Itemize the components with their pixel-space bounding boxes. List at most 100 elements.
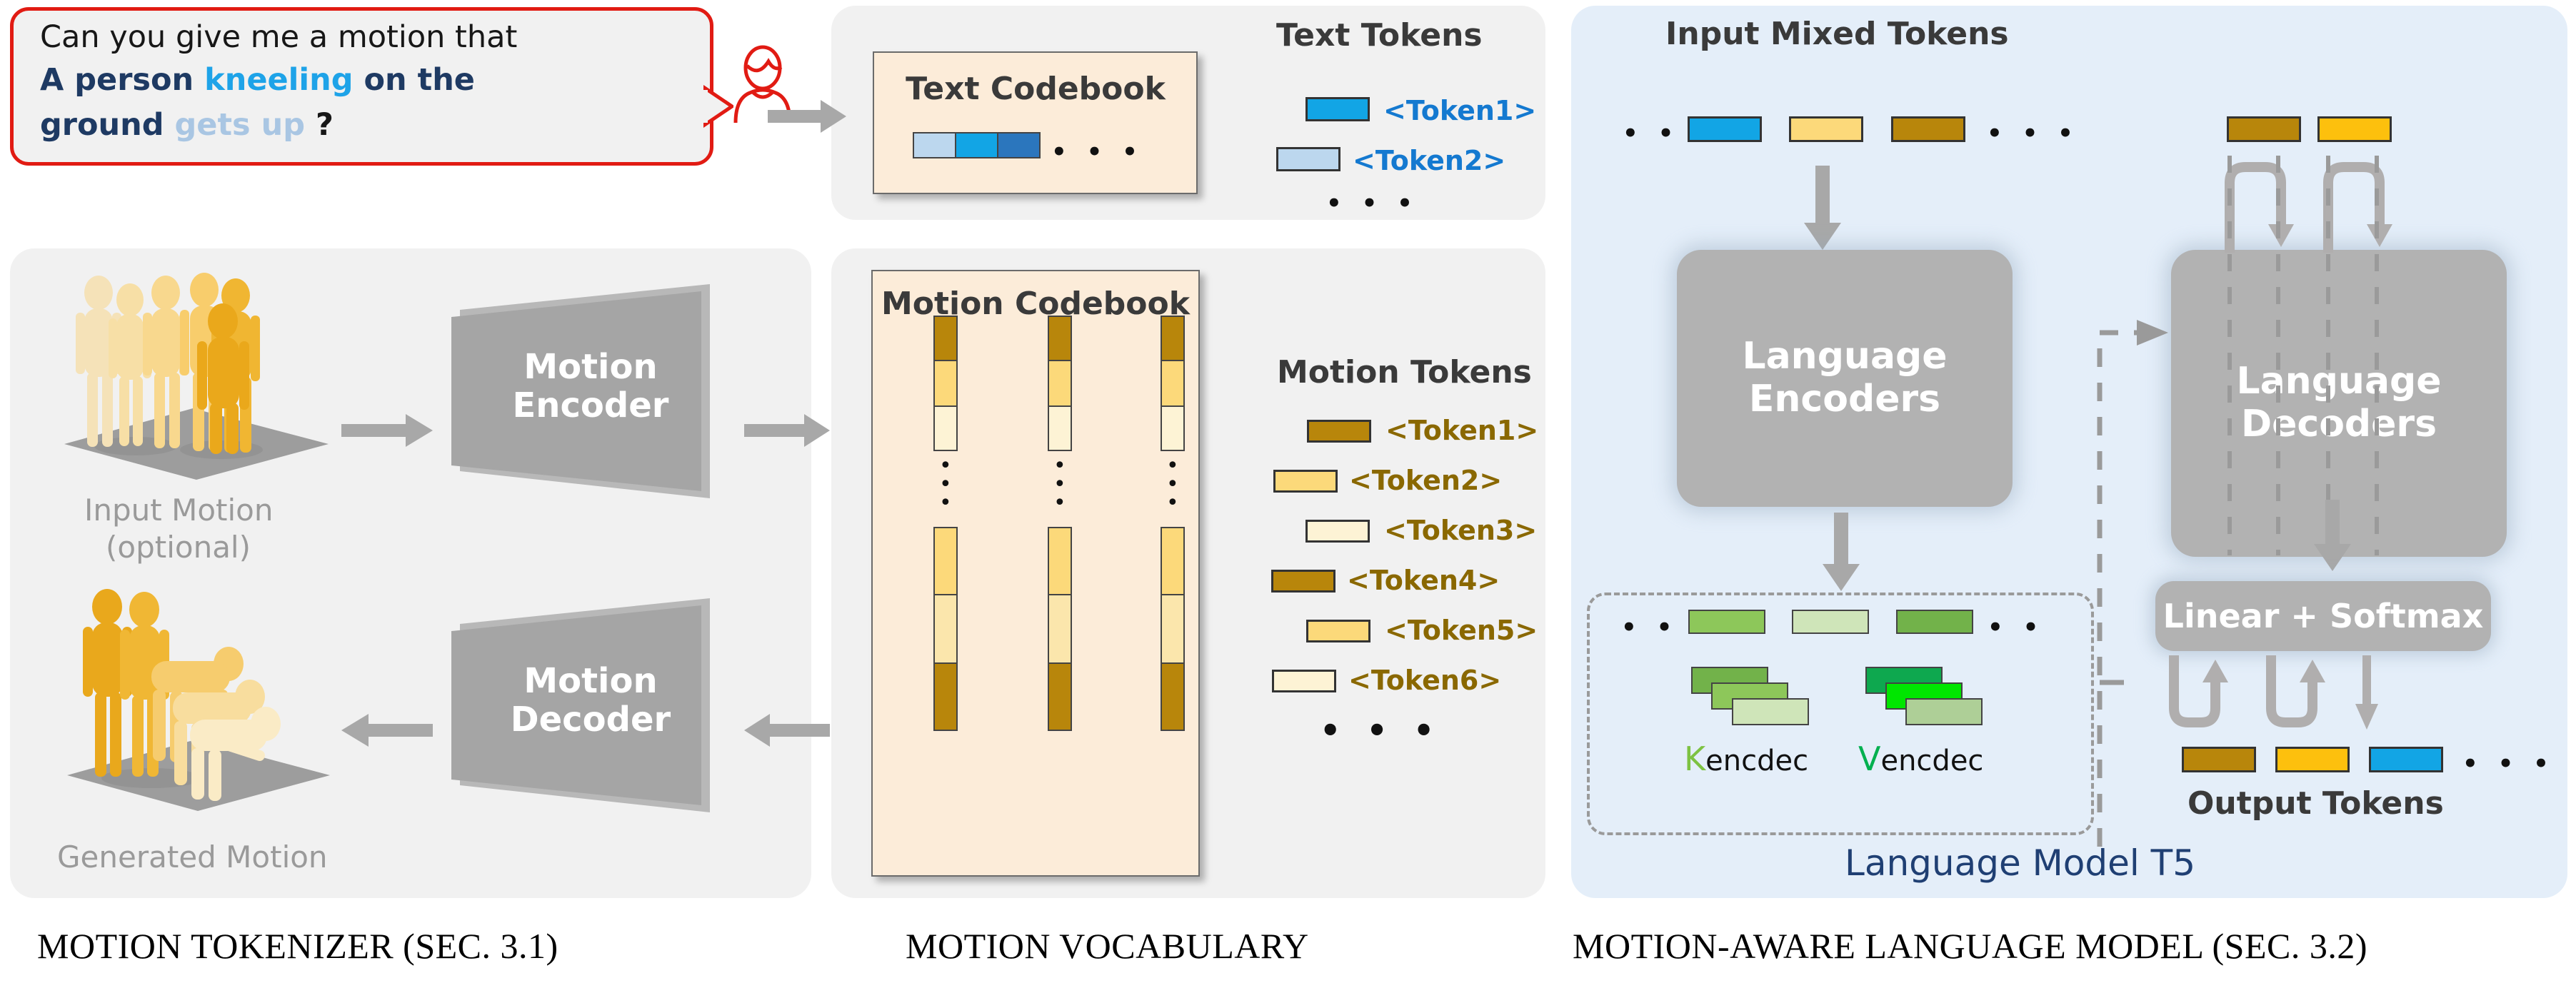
output-tokens-title: Output Tokens [2187,785,2444,822]
text-codebook-cell [997,132,1041,158]
caption-motion-vocabulary: MOTION VOCABULARY [906,926,1309,966]
text-codebook-cell [955,132,998,158]
arrow-encoders-to-kv [1823,513,1860,591]
decoder-input-token-2 [2317,116,2392,142]
text-token-swatch-2 [1276,147,1340,171]
motion-token-swatch-1 [1307,420,1371,443]
prompt-question-mark: ? [304,107,334,143]
caption-motion-aware-lm: MOTION-AWARE LANGUAGE MODEL (SEC. 3.2) [1573,926,2368,966]
codebook-column-ellipsis: • • • [939,453,952,515]
prompt-line-2-part-c: on the [353,62,475,98]
motion-token-label-3: <Token3> [1384,515,1538,546]
language-encoders-block: Language Encoders [1677,250,2013,507]
arrow-input-to-language-encoders [1804,166,1841,250]
codebook-cell [1161,316,1185,361]
text-codebook-title: Text Codebook [906,71,1166,107]
linear-softmax-block: Linear + Softmax [2155,581,2491,651]
motion-codebook-column [933,316,958,451]
output-token-2 [2275,747,2350,772]
output-feedback-loop-arrows [2169,655,2378,730]
memory-tokens-ellipsis-right: • • [1988,613,2045,642]
motion-codebook-column [933,527,958,731]
text-token-label-2: <Token2> [1353,145,1506,176]
codebook-cell [1048,316,1072,361]
v-encdec-label: Vencdec [1858,740,1983,778]
prompt-line-3: ground gets up ? [40,104,334,146]
memory-token-3 [1896,610,1973,634]
generated-motion-label: Generated Motion [57,840,328,874]
prompt-line-2-part-a: A person [40,62,205,98]
motion-codebook-column [1048,316,1072,451]
language-encoders-label-line2: Encoders [1748,378,1941,420]
codebook-cell [933,662,958,731]
memory-token-2 [1792,610,1869,634]
motion-token-swatch-2 [1273,470,1338,493]
motion-decoder-label: Motion Decoder [480,662,701,740]
speech-bubble-tail [703,84,733,128]
linear-softmax-label: Linear + Softmax [2162,597,2484,635]
prompt-line-1: Can you give me a motion that [40,19,518,55]
input-motion-label-line1: Input Motion [84,493,274,528]
text-codebook-cell [913,132,956,158]
text-tokens-title: Text Tokens [1276,17,1483,54]
text-codebook-cells [913,132,1041,158]
motion-codebook-title: Motion Codebook [881,286,1191,322]
prompt-line-2: A person kneeling on the [40,59,475,101]
arrow-decoder-to-generated [341,714,433,747]
codebook-cell [1048,594,1072,664]
motion-decoder-label-line2: Decoder [510,699,671,740]
motion-encoder-label-line1: Motion [523,347,658,387]
prompt-highlight-kneeling: kneeling [204,62,354,98]
codebook-cell [1048,405,1072,451]
motion-token-label-4: <Token4> [1347,565,1500,596]
arrow-prompt-to-text-codebook [768,100,846,133]
input-motion-illustration [64,273,329,480]
output-token-3 [2369,747,2443,772]
arrow-encoder-to-codebook [744,414,830,447]
motion-token-label-6: <Token6> [1348,665,1502,696]
motion-codebook-box [871,270,1200,877]
codebook-cell [1048,662,1072,731]
motion-token-swatch-4 [1271,570,1335,593]
input-tokens-ellipsis-right: • • • [1987,119,2079,148]
motion-codebook-column [1161,527,1185,731]
caption-motion-tokenizer: MOTION TOKENIZER (SEC. 3.1) [37,926,558,966]
text-tokens-ellipsis: • • • [1326,189,1418,218]
arrow-codebook-to-decoder [744,714,830,747]
output-tokens-ellipsis: • • • [2462,750,2555,778]
codebook-cell [1161,405,1185,451]
codebook-cell [933,316,958,361]
language-encoders-label-line1: Language [1742,335,1948,378]
motion-encoder-label: Motion Encoder [480,348,701,425]
arrow-decoders-to-linear-softmax [2314,500,2351,571]
prompt-highlight-gets-up: gets up [174,107,305,143]
language-model-title: Language Model T5 [1845,842,2196,884]
codebook-column-ellipsis: • • • [1166,453,1179,515]
memory-token-1 [1688,610,1765,634]
motion-codebook-column [1161,316,1185,451]
generated-motion-illustration [67,589,330,811]
k-encdec-card-3 [1732,698,1809,725]
input-mixed-token-2 [1789,116,1863,142]
output-token-1 [2182,747,2256,772]
motion-tokens-title: Motion Tokens [1277,354,1532,390]
v-encdec-card-3 [1905,698,1983,725]
k-encdec-label: Kencdec [1684,740,1808,778]
codebook-cell [1048,360,1072,407]
codebook-cell [1161,662,1185,731]
motion-codebook-column [1048,527,1072,731]
codebook-cell [1161,594,1185,664]
input-mixed-token-3 [1891,116,1965,142]
motion-token-swatch-3 [1305,520,1370,543]
arrow-input-to-encoder [341,414,433,447]
input-motion-label-line2: (optional) [106,530,251,565]
motion-token-label-2: <Token2> [1349,465,1503,496]
motion-token-swatch-5 [1306,620,1370,642]
text-codebook-ellipsis: • • • [1051,138,1143,166]
prompt-line-3-part-a: ground [40,107,175,143]
motion-token-swatch-6 [1272,670,1336,692]
v-encdec-subscript: encdec [1880,745,1984,777]
cross-attention-dashed-path [2097,320,2168,847]
v-encdec-initial: V [1858,740,1881,778]
motion-token-label-5: <Token5> [1385,615,1538,646]
